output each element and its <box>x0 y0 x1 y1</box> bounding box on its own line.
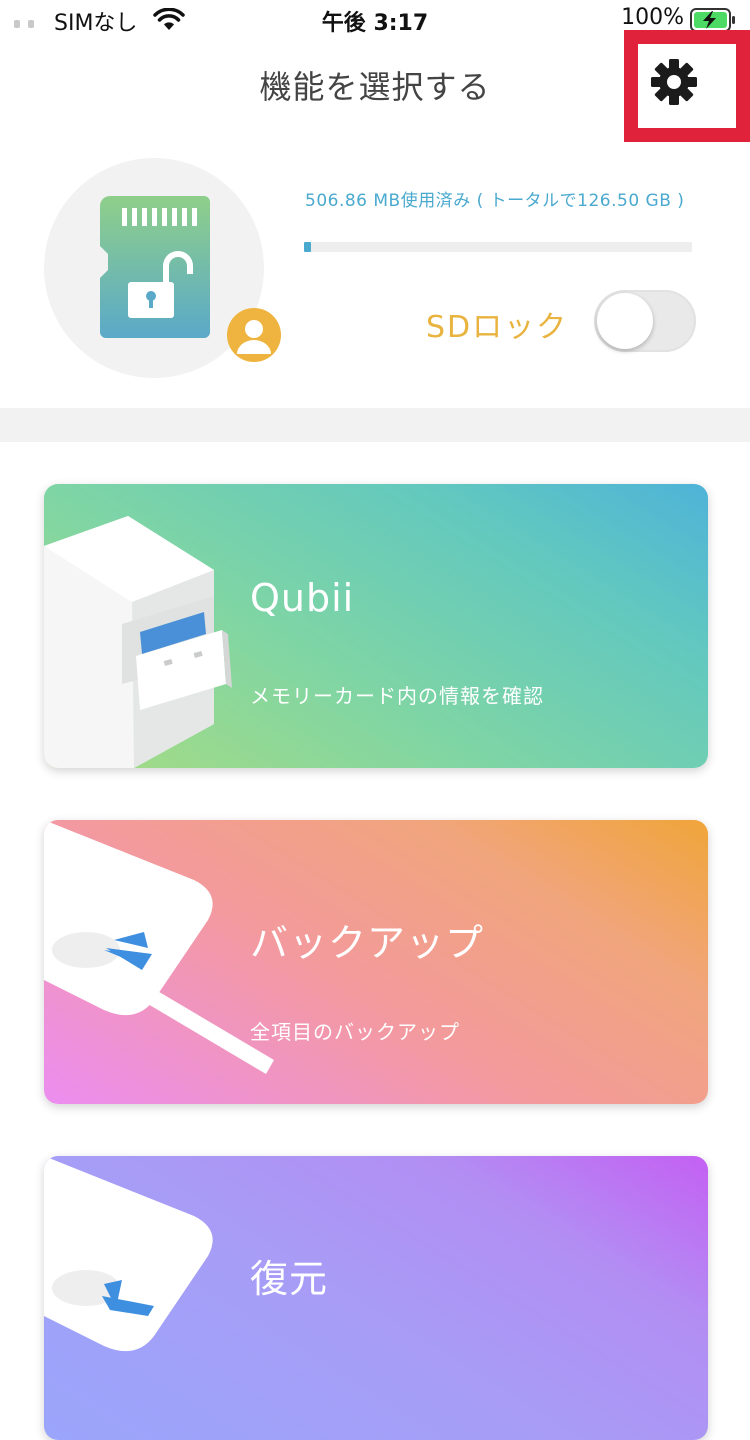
card-title: バックアップ <box>250 921 485 965</box>
phone-restore-illustration <box>44 1156 213 1352</box>
card-title: 復元 <box>250 1257 329 1301</box>
sd-card-unlocked-icon <box>100 196 210 338</box>
card-qubii[interactable]: Qubii メモリーカード内の情報を確認 <box>44 484 708 768</box>
sd-lock-label: SDロック <box>426 310 569 345</box>
battery-charging-icon <box>690 8 735 32</box>
qubii-device-illustration <box>44 516 232 768</box>
battery-percentage: 100% <box>621 5 684 30</box>
toggle-knob <box>597 293 653 349</box>
storage-usage-fill <box>304 242 311 252</box>
section-divider <box>0 408 750 442</box>
sd-lock-toggle[interactable] <box>594 290 696 352</box>
card-subtitle: メモリーカード内の情報を確認 <box>250 684 544 708</box>
card-subtitle: 全項目のバックアップ <box>250 1020 460 1044</box>
phone-backup-illustration <box>44 820 274 1074</box>
person-icon <box>237 320 271 354</box>
storage-usage-text: 506.86 MB使用済み ( トータルで126.50 GB ) <box>305 191 685 211</box>
card-backup[interactable]: バックアップ 全項目のバックアップ <box>44 820 708 1104</box>
gear-icon[interactable] <box>650 58 698 106</box>
card-title: Qubii <box>250 576 355 620</box>
card-restore[interactable]: 復元 <box>44 1156 708 1440</box>
user-avatar-icon[interactable] <box>227 308 281 362</box>
storage-usage-bar <box>304 242 692 252</box>
